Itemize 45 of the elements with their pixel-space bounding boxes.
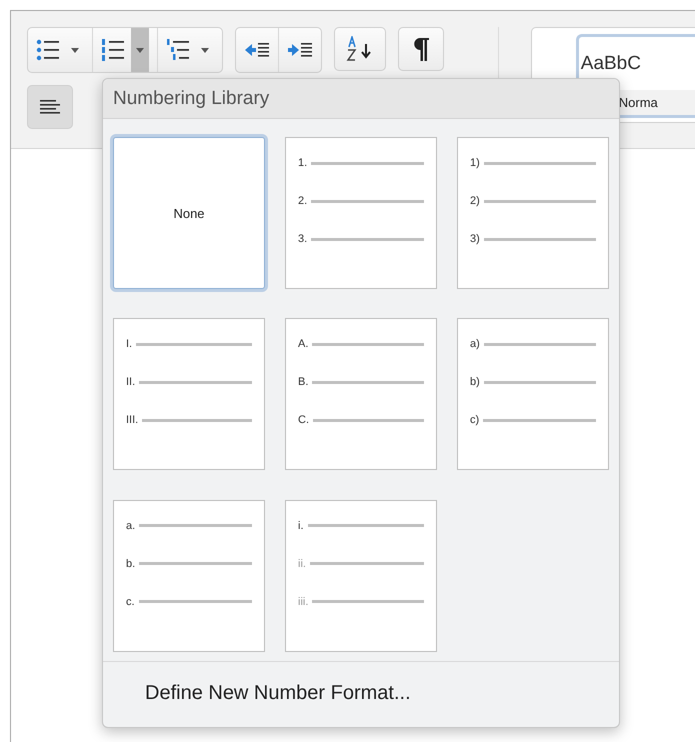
list-marker: C. bbox=[298, 414, 309, 426]
list-marker: a) bbox=[470, 338, 480, 350]
numbering-option[interactable]: i. ii. iii. bbox=[285, 500, 437, 652]
list-marker: 3) bbox=[470, 233, 480, 245]
caret-icon bbox=[201, 48, 209, 52]
pilcrow-icon bbox=[412, 37, 430, 61]
list-marker: ii. bbox=[298, 558, 306, 570]
align-left-icon bbox=[40, 100, 60, 114]
numbered-list-icon bbox=[101, 39, 125, 61]
list-marker: I. bbox=[126, 338, 132, 350]
list-marker: A. bbox=[298, 338, 308, 350]
style-preview: AaBbC bbox=[580, 52, 642, 76]
numbering-option[interactable]: I. II. III. bbox=[113, 318, 265, 470]
increase-indent-icon bbox=[287, 41, 313, 59]
list-marker: 2) bbox=[470, 195, 480, 207]
list-dropdown-button[interactable] bbox=[131, 28, 149, 72]
numbering-option[interactable]: a. b. c. bbox=[113, 500, 265, 652]
list-marker: c. bbox=[126, 596, 135, 608]
menu-title: Numbering Library bbox=[103, 79, 619, 119]
list-marker: III. bbox=[126, 414, 138, 426]
list-marker: b. bbox=[126, 558, 136, 570]
list-marker: b) bbox=[470, 376, 480, 388]
numbering-option[interactable]: a) b) c) bbox=[457, 318, 609, 470]
numbering-option[interactable]: A. B. C. bbox=[285, 318, 437, 470]
list-marker: 2. bbox=[298, 195, 308, 207]
list-marker: 1) bbox=[470, 157, 480, 169]
list-marker: i. bbox=[298, 520, 304, 532]
list-marker: iii. bbox=[298, 596, 308, 608]
numbering-option[interactable]: 1. 2. 3. bbox=[285, 137, 437, 289]
list-marker: B. bbox=[298, 376, 308, 388]
caret-icon bbox=[136, 48, 144, 52]
numbering-option[interactable]: 1) 2) 3) bbox=[457, 137, 609, 289]
decrease-indent-icon bbox=[244, 41, 270, 59]
option-label: None bbox=[173, 206, 205, 220]
multilevel-list-icon bbox=[166, 39, 190, 61]
list-marker: 1. bbox=[298, 157, 308, 169]
numbering-option[interactable]: None bbox=[113, 137, 265, 289]
define-format-command[interactable]: Define New Number Format... bbox=[103, 662, 619, 727]
list-marker: a. bbox=[126, 520, 136, 532]
list-marker: c) bbox=[470, 414, 480, 426]
align-left-button[interactable] bbox=[27, 85, 73, 129]
list-marker: II. bbox=[126, 376, 136, 388]
list-marker: 3. bbox=[298, 233, 308, 245]
caret-icon bbox=[71, 48, 79, 52]
bullet-list-icon bbox=[36, 39, 60, 61]
